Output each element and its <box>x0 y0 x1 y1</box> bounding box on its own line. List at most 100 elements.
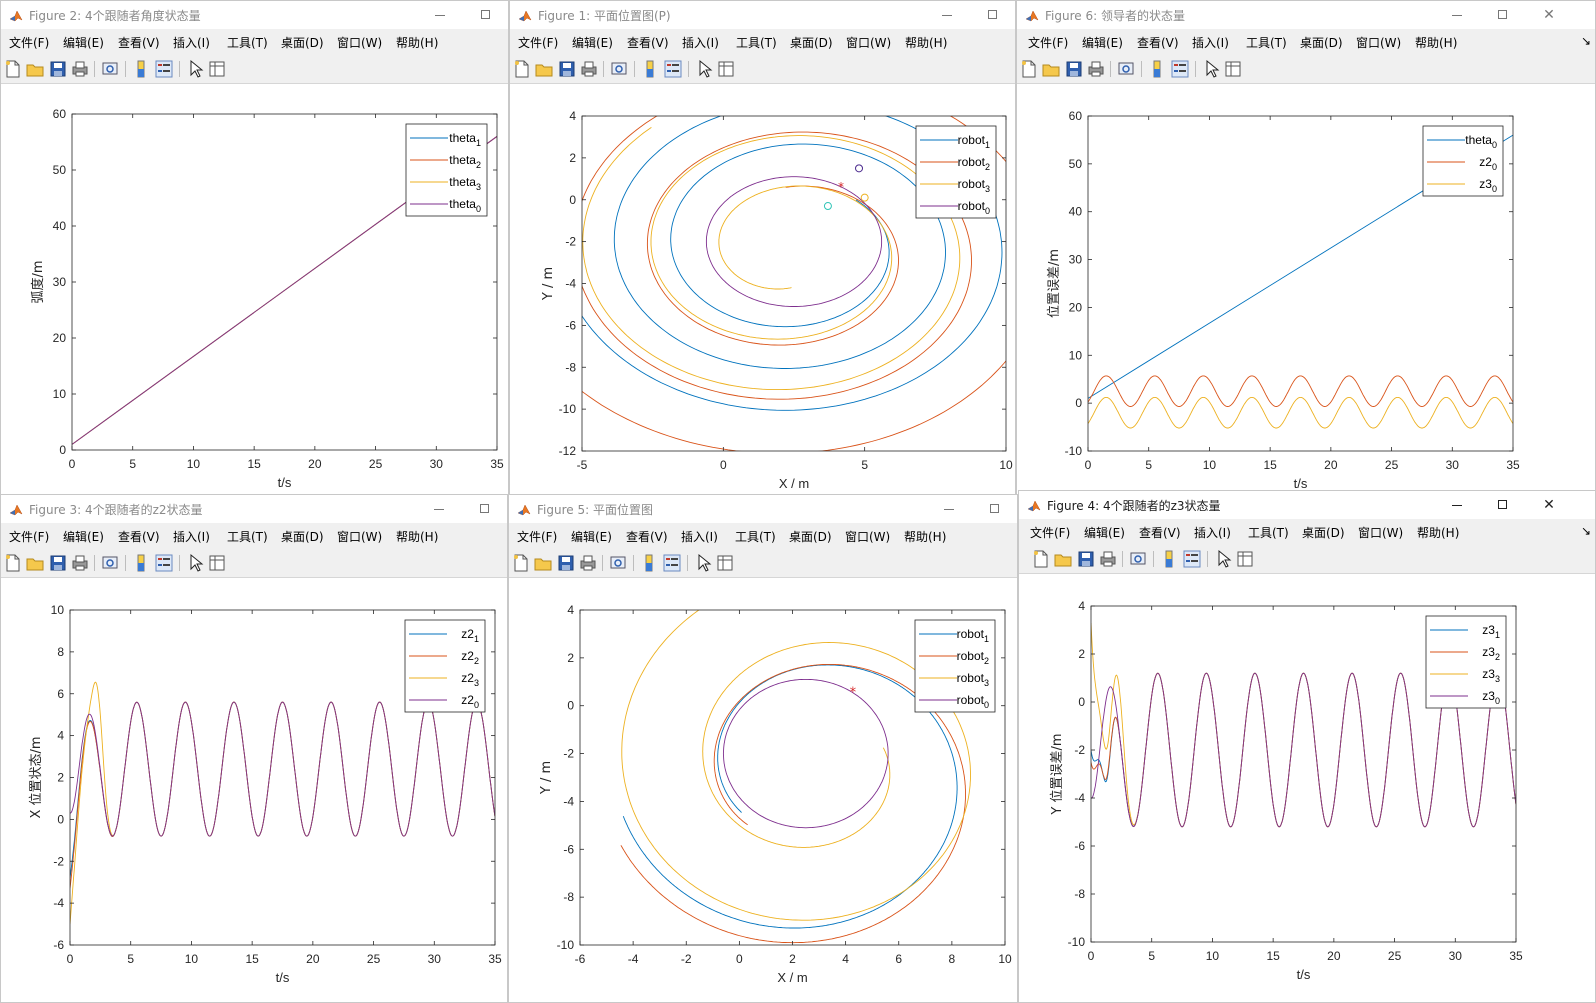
menu-item[interactable]: 文件(F) <box>9 528 49 545</box>
menu-item[interactable]: 桌面(D) <box>281 528 324 545</box>
menu-item[interactable]: 桌面(D) <box>1302 524 1345 541</box>
new-file-icon[interactable] <box>3 553 23 573</box>
menu-item[interactable]: 窗口(W) <box>845 528 890 545</box>
menu-item[interactable]: 工具(T) <box>227 528 268 545</box>
save-icon[interactable] <box>48 553 68 573</box>
legend-icon[interactable] <box>663 59 683 79</box>
print-preview-icon[interactable] <box>1116 59 1136 79</box>
property-editor-icon[interactable] <box>715 553 735 573</box>
plot-area[interactable] <box>509 578 1017 1002</box>
menu-item[interactable]: 窗口(W) <box>846 34 891 51</box>
pointer-icon[interactable] <box>1213 549 1233 569</box>
title-bar[interactable]: Figure 5: 平面位置图 <box>509 495 1017 523</box>
print-icon[interactable] <box>70 553 90 573</box>
new-file-icon[interactable] <box>512 59 532 79</box>
menu-item[interactable]: 插入(I) <box>1194 524 1231 541</box>
menu-item[interactable]: 帮助(H) <box>1415 34 1457 51</box>
property-editor-icon[interactable] <box>207 553 227 573</box>
legend-icon[interactable] <box>1170 59 1190 79</box>
property-editor-icon[interactable] <box>716 59 736 79</box>
menu-item[interactable]: 帮助(H) <box>904 528 946 545</box>
new-file-icon[interactable] <box>511 553 531 573</box>
menu-item[interactable]: 窗口(W) <box>1358 524 1403 541</box>
open-folder-icon[interactable] <box>533 553 553 573</box>
menu-item[interactable]: 编辑(E) <box>1082 34 1123 51</box>
menu-item[interactable]: 插入(I) <box>681 528 718 545</box>
menu-item[interactable]: 编辑(E) <box>63 528 104 545</box>
open-folder-icon[interactable] <box>1041 59 1061 79</box>
pointer-icon[interactable] <box>693 553 713 573</box>
save-icon[interactable] <box>1064 59 1084 79</box>
menu-item[interactable]: 查看(V) <box>118 528 160 545</box>
menu-item[interactable]: 桌面(D) <box>790 34 833 51</box>
new-file-icon[interactable] <box>3 59 23 79</box>
figure-window-fig5[interactable]: Figure 5: 平面位置图文件(F) 编辑(E) 查看(V) 插入(I) 工具(T)… <box>508 494 1018 1003</box>
open-folder-icon[interactable] <box>25 59 45 79</box>
figure-window-fig1[interactable]: Figure 1: 平面位置图(P) 文件(F) 编辑(E) 查看(V) 插入(I) 工具… <box>509 0 1016 495</box>
pointer-icon[interactable] <box>1201 59 1221 79</box>
title-bar[interactable]: Figure 6: 领导者的状态量 ✕ <box>1017 1 1595 29</box>
print-icon[interactable] <box>70 59 90 79</box>
menu-item[interactable]: 编辑(E) <box>571 528 612 545</box>
maximize-button[interactable] <box>475 499 495 519</box>
print-icon[interactable] <box>578 553 598 573</box>
maximize-button[interactable] <box>983 5 1003 25</box>
menu-item[interactable]: 文件(F) <box>1030 524 1070 541</box>
legend-icon[interactable] <box>662 553 682 573</box>
colorbar-icon[interactable] <box>1147 59 1167 79</box>
print-icon[interactable] <box>1086 59 1106 79</box>
menu-item[interactable]: 查看(V) <box>1137 34 1179 51</box>
menu-item[interactable]: 查看(V) <box>1139 524 1181 541</box>
menu-item[interactable]: 窗口(W) <box>1356 34 1401 51</box>
menu-item[interactable]: 窗口(W) <box>337 34 382 51</box>
menu-item[interactable]: 插入(I) <box>173 528 210 545</box>
maximize-button[interactable] <box>1493 495 1513 515</box>
minimize-button[interactable] <box>939 499 959 519</box>
save-icon[interactable] <box>48 59 68 79</box>
plot-area[interactable] <box>510 84 1015 494</box>
close-button[interactable]: ✕ <box>1539 495 1559 515</box>
pointer-icon[interactable] <box>185 59 205 79</box>
minimize-button[interactable] <box>937 5 957 25</box>
menu-item[interactable]: 编辑(E) <box>1084 524 1125 541</box>
menu-item[interactable]: 文件(F) <box>517 528 557 545</box>
menu-item[interactable]: 帮助(H) <box>905 34 947 51</box>
menu-item[interactable]: 编辑(E) <box>63 34 104 51</box>
figure-window-fig3[interactable]: Figure 3: 4个跟随者的z2状态量 文件(F) 编辑(E) 查看(V) 插入(I… <box>0 494 508 1003</box>
new-file-icon[interactable] <box>1019 59 1039 79</box>
open-folder-icon[interactable] <box>25 553 45 573</box>
menu-item[interactable]: 查看(V) <box>627 34 669 51</box>
open-folder-icon[interactable] <box>534 59 554 79</box>
colorbar-icon[interactable] <box>640 59 660 79</box>
title-bar[interactable]: Figure 2: 4个跟随者角度状态量 <box>1 1 508 29</box>
plot-area[interactable] <box>1 84 508 494</box>
menu-item[interactable]: 桌面(D) <box>789 528 832 545</box>
minimize-button[interactable] <box>1447 495 1467 515</box>
menu-item[interactable]: 工具(T) <box>735 528 776 545</box>
save-icon[interactable] <box>557 59 577 79</box>
print-preview-icon[interactable] <box>1128 549 1148 569</box>
menu-item[interactable]: 文件(F) <box>9 34 49 51</box>
print-icon[interactable] <box>1098 549 1118 569</box>
menu-item[interactable]: 帮助(H) <box>1417 524 1459 541</box>
menu-item[interactable]: 窗口(W) <box>337 528 382 545</box>
legend-icon[interactable] <box>154 553 174 573</box>
print-icon[interactable] <box>579 59 599 79</box>
menu-item[interactable]: 帮助(H) <box>396 34 438 51</box>
menu-item[interactable]: 文件(F) <box>518 34 558 51</box>
menu-item[interactable]: 编辑(E) <box>572 34 613 51</box>
menu-item[interactable]: 查看(V) <box>626 528 668 545</box>
colorbar-icon[interactable] <box>131 59 151 79</box>
property-editor-icon[interactable] <box>1235 549 1255 569</box>
figure-window-fig4[interactable]: Figure 4: 4个跟随者的z3状态量 ✕ 文件(F) 编辑(E) 查看(V) 插入(… <box>1018 490 1596 1003</box>
figure-window-fig6[interactable]: Figure 6: 领导者的状态量 ✕ 文件(F) 编辑(E) 查看(V) 插入(I) 工具… <box>1016 0 1596 495</box>
property-editor-icon[interactable] <box>1223 59 1243 79</box>
menu-item[interactable]: 帮助(H) <box>396 528 438 545</box>
minimize-button[interactable] <box>429 499 449 519</box>
menu-item[interactable]: 桌面(D) <box>281 34 324 51</box>
maximize-button[interactable] <box>985 499 1005 519</box>
colorbar-icon[interactable] <box>639 553 659 573</box>
colorbar-icon[interactable] <box>1159 549 1179 569</box>
open-folder-icon[interactable] <box>1053 549 1073 569</box>
close-button[interactable]: ✕ <box>1539 5 1559 25</box>
